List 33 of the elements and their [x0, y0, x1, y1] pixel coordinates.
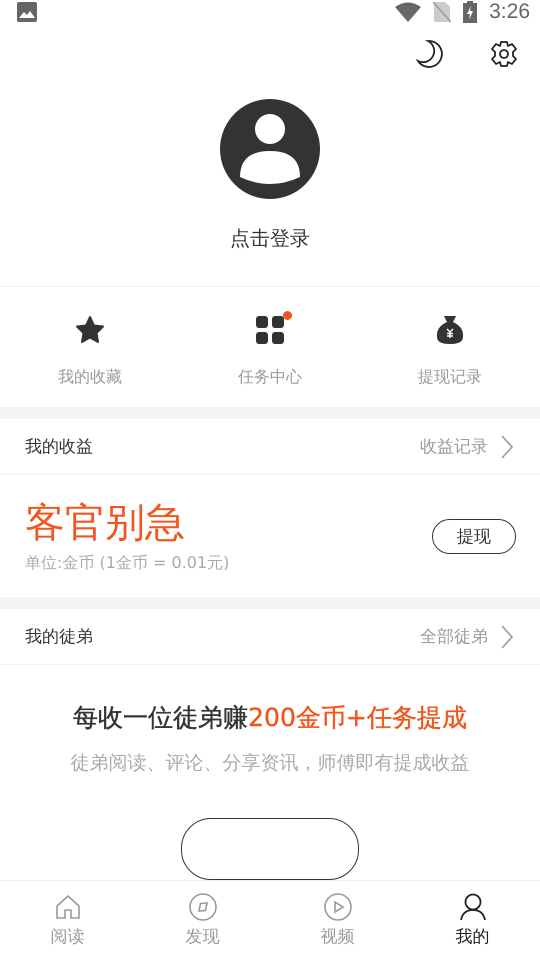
star-icon[interactable] [75, 315, 105, 345]
play-icon [324, 893, 352, 921]
unit-note: 单位:金币 (1金币 = 0.01元) [25, 552, 230, 574]
status-time: 3:26 [489, 0, 530, 24]
home-icon [54, 893, 82, 921]
chevron-right-icon[interactable] [500, 624, 514, 648]
nav-tab[interactable]: 我的 [405, 881, 540, 960]
nav-tab[interactable]: 阅读 [0, 881, 135, 960]
nav-tab[interactable]: 发现 [135, 881, 270, 960]
shortcut-label[interactable]: 任务中心 [238, 367, 302, 388]
moon-icon[interactable] [416, 38, 446, 68]
login-link[interactable]: 点击登录 [230, 225, 310, 252]
all-apprentices-link[interactable]: 全部徒弟 [420, 625, 488, 648]
section-title: 我的收益 [25, 436, 94, 458]
withdraw-button[interactable]: 提现 [432, 518, 516, 554]
shortcut-label[interactable]: 提现记录 [418, 367, 482, 388]
invite-button[interactable] [181, 818, 359, 880]
compass-icon [188, 893, 216, 921]
avatar-icon[interactable] [220, 99, 320, 199]
chevron-right-icon[interactable] [500, 434, 514, 458]
no-sim-icon [433, 1, 452, 23]
wifi-icon [395, 2, 422, 22]
person-icon [458, 893, 486, 921]
section-title: 我的徒弟 [25, 626, 94, 648]
promo-subtitle: 徒弟阅读、评论、分享资讯，师傅即有提成收益 [70, 751, 470, 776]
grid-icon[interactable] [256, 316, 284, 344]
promo-headline: 每收一位徒弟赚200金币+任务提成 [73, 702, 467, 734]
money-bag-icon[interactable] [436, 315, 464, 345]
settings-icon[interactable] [490, 40, 518, 68]
nav-tab[interactable]: 视频 [270, 881, 405, 960]
shortcut-label[interactable]: 我的收藏 [58, 367, 122, 388]
earnings-record-link[interactable]: 收益记录 [420, 435, 488, 458]
earnings-amount: 客官别急 [25, 498, 186, 546]
